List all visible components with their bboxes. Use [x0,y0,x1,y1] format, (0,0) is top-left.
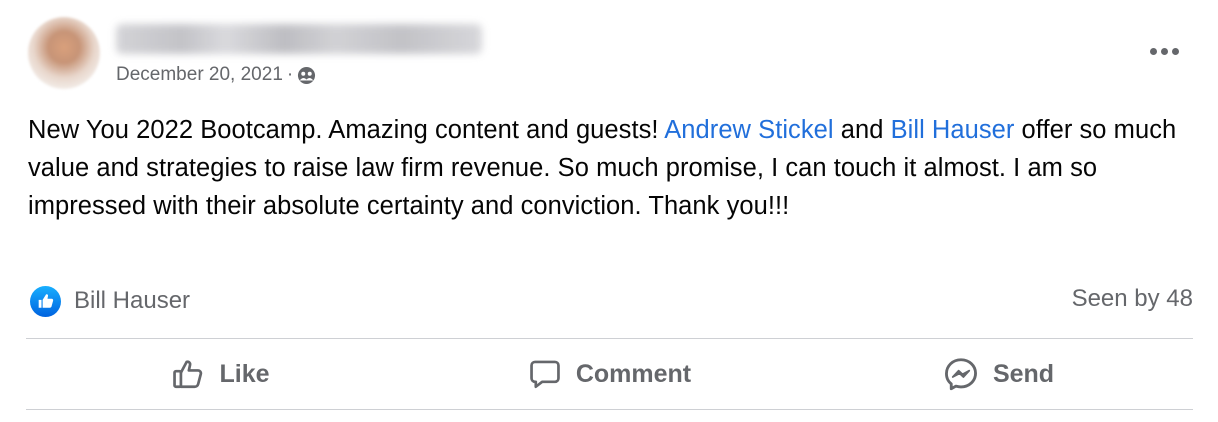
comment-label: Comment [575,359,692,388]
send-button[interactable]: Send [804,345,1193,403]
reactor-name[interactable]: Bill Hauser [74,287,190,315]
like-button[interactable]: Like [26,345,415,403]
more-options-button[interactable] [1146,38,1182,64]
like-reaction-icon [30,285,61,317]
author-avatar[interactable] [28,17,100,89]
seen-by-count[interactable]: Seen by 48 [1072,285,1193,313]
comment-button[interactable]: Comment [415,345,804,403]
mention-link[interactable]: Bill Hauser [891,116,1015,144]
friends-audience-icon[interactable] [297,66,316,85]
post-meta: December 20, 2021 · [116,63,316,87]
post-text: New You 2022 Bootcamp. Amazing content a… [28,111,1178,225]
post-actions: Like Comment Send [26,345,1193,403]
messenger-icon [944,358,977,391]
send-label: Send [992,359,1055,388]
divider [26,409,1193,410]
post-text-and: and [833,116,891,144]
more-options-icon [1160,47,1168,55]
feed-post: December 20, 2021 · New You 2022 Bootcam… [0,0,1218,422]
mention-link[interactable]: Andrew Stickel [664,116,833,144]
like-label: Like [219,359,270,388]
more-options-icon [1171,47,1179,55]
meta-separator: · [286,64,294,85]
reactions-summary[interactable]: Bill Hauser [30,284,190,318]
thumbs-up-icon [173,360,203,389]
author-name-blurred[interactable] [116,24,482,54]
more-options-icon [1149,47,1157,55]
comment-icon [530,360,560,389]
post-date[interactable]: December 20, 2021 [116,64,283,86]
divider [26,338,1193,339]
post-text-intro: New You 2022 Bootcamp. Amazing content a… [28,116,665,144]
